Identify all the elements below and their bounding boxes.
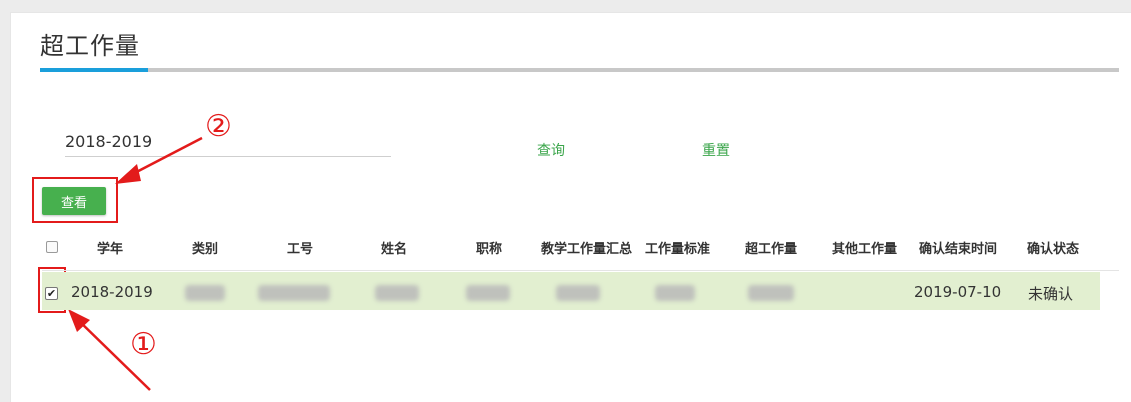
column-header-name: 姓名 — [381, 242, 408, 257]
column-header-workload-standard: 工作量标准 — [645, 242, 711, 257]
select-all-checkbox[interactable] — [46, 241, 58, 253]
column-header-confirm-end-time: 确认结束时间 — [919, 242, 998, 257]
cell-category-redacted — [185, 285, 225, 301]
annotation-number-2: ② — [205, 109, 232, 144]
reset-button[interactable]: 重置 — [702, 140, 730, 160]
cell-school-year: 2018-2019 — [71, 283, 153, 301]
column-header-confirm-status: 确认状态 — [1027, 242, 1080, 257]
cell-confirm-end-time: 2019-07-10 — [914, 283, 1002, 301]
cell-workload-standard-redacted — [655, 285, 695, 301]
column-header-title: 职称 — [476, 242, 503, 257]
table-header-divider — [42, 270, 1119, 271]
column-header-other-workload: 其他工作量 — [832, 242, 898, 257]
row-checkbox[interactable]: ✔ — [45, 287, 58, 300]
column-header-school-year: 学年 — [97, 242, 124, 257]
cell-title-redacted — [466, 285, 510, 301]
cell-teaching-workload-redacted — [556, 285, 600, 301]
cell-overtime-workload-redacted — [748, 285, 794, 301]
query-button[interactable]: 查询 — [537, 140, 565, 160]
cell-confirm-status: 未确认 — [1028, 285, 1074, 303]
title-divider-accent — [40, 68, 148, 72]
cell-name-redacted — [375, 285, 419, 301]
page-title: 超工作量 — [40, 32, 140, 60]
column-header-overtime-workload: 超工作量 — [745, 242, 798, 257]
column-header-teaching-workload-total: 教学工作量汇总 — [541, 242, 633, 257]
cell-staff-id-redacted — [258, 285, 330, 301]
annotation-number-1: ① — [130, 327, 157, 362]
annotation-box-view-button — [32, 177, 118, 223]
title-divider — [40, 68, 1119, 72]
column-header-category: 类别 — [192, 242, 219, 257]
column-header-staff-id: 工号 — [287, 242, 314, 257]
